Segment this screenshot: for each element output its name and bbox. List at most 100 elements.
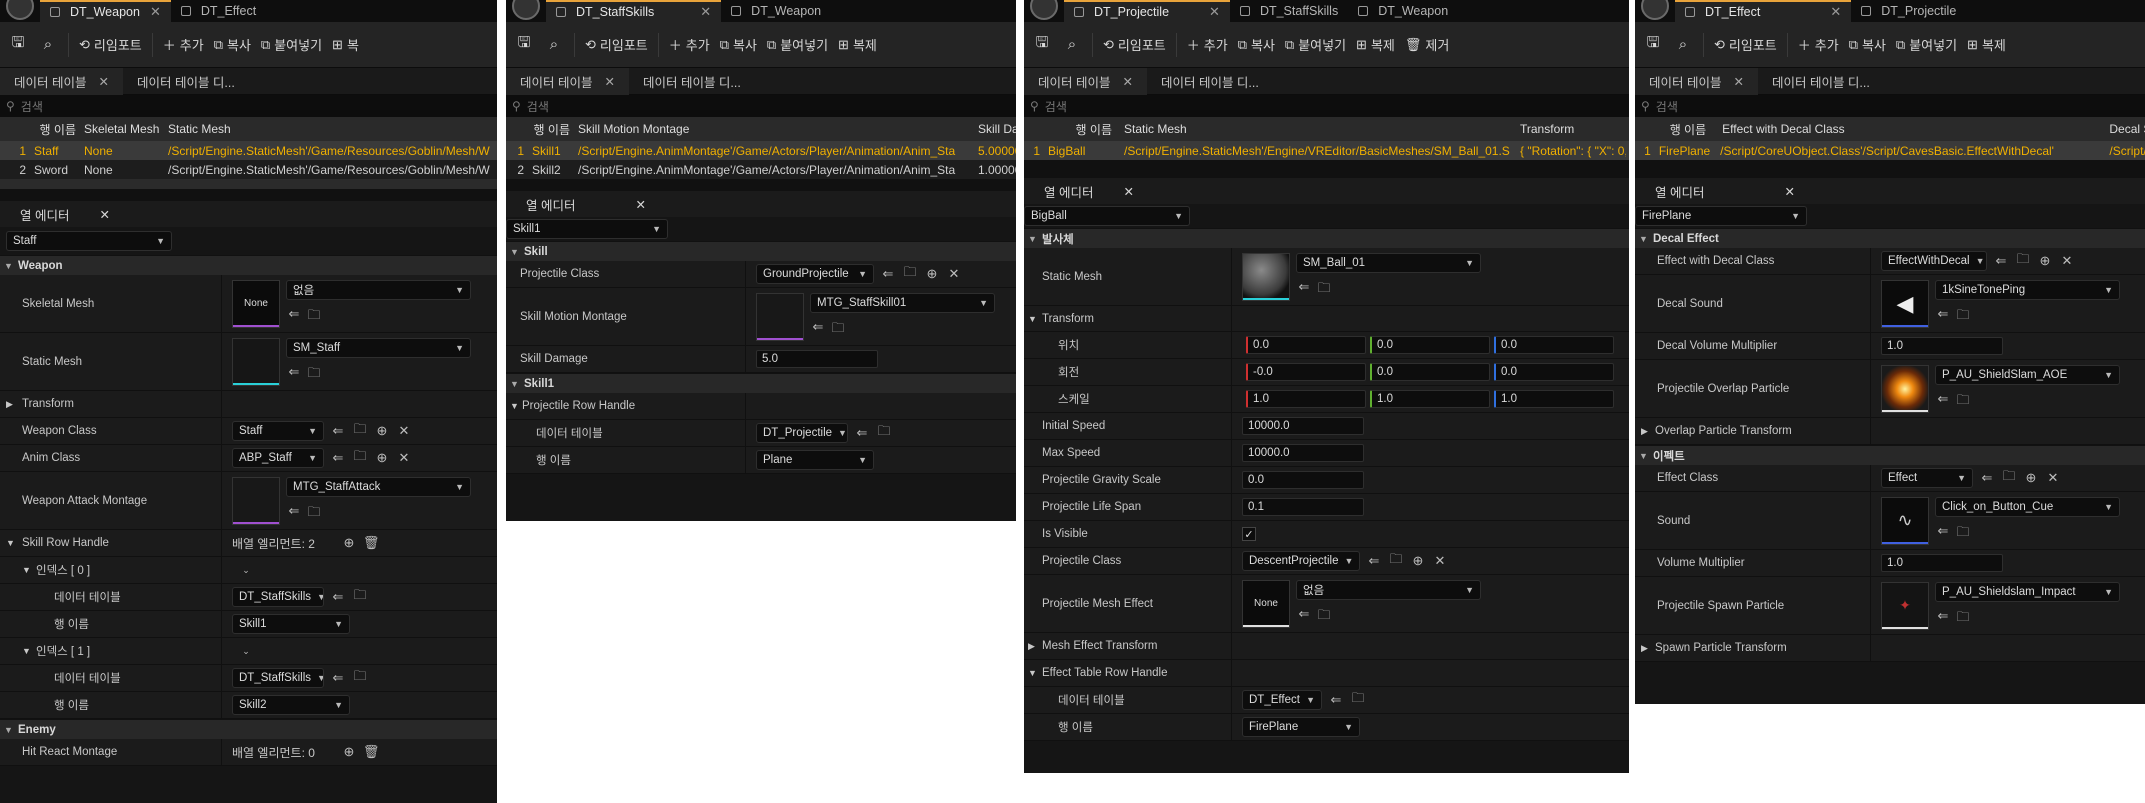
close-icon[interactable]: ✕ bbox=[1122, 74, 1132, 89]
row-name-picker[interactable]: Skill1 ▼ bbox=[232, 614, 350, 634]
tab-dt-weapon[interactable]: DT_Weapon bbox=[721, 0, 831, 22]
add-icon[interactable]: ⊕ bbox=[374, 450, 390, 466]
col-motion-montage[interactable]: Skill Motion Montage bbox=[574, 122, 974, 136]
asset-picker[interactable]: 없음 ▼ bbox=[1296, 579, 1481, 600]
use-selected-icon[interactable]: ⇐ bbox=[1366, 553, 1382, 569]
y-input[interactable]: 0.0 bbox=[1370, 336, 1490, 354]
use-selected-icon[interactable]: ⇐ bbox=[286, 306, 302, 328]
table-picker[interactable]: DT_StaffSkills ▼ bbox=[232, 668, 324, 688]
row-name-picker[interactable]: FirePlane ▼ bbox=[1242, 717, 1360, 737]
table-row[interactable]: 1 Staff None /Script/Engine.StaticMesh'/… bbox=[0, 141, 497, 160]
table-picker[interactable]: DT_StaffSkills ▼ bbox=[232, 587, 324, 607]
browse-folder-icon[interactable]: 🗀 bbox=[352, 667, 368, 689]
row-select[interactable]: FirePlane ▼ bbox=[1635, 206, 1807, 226]
col-static-mesh[interactable]: Static Mesh bbox=[164, 122, 494, 136]
expand-icon[interactable]: ▼ bbox=[6, 538, 22, 548]
prop-spawn-transform[interactable]: ▶ Spawn Particle Transform bbox=[1635, 635, 2145, 662]
search-bar[interactable]: ⚲ 검색 bbox=[506, 95, 1016, 117]
class-picker[interactable]: Effect ▼ bbox=[1881, 468, 1973, 488]
add-icon[interactable]: ⊕ bbox=[341, 744, 357, 760]
reimport-button[interactable]: ⟲ 리임포트 bbox=[1103, 35, 1166, 54]
add-icon[interactable]: ⊕ bbox=[1410, 553, 1426, 569]
tab-data-table[interactable]: 데이터 테이블 ✕ bbox=[506, 67, 629, 95]
browse-icon[interactable]: ⌕ bbox=[1062, 36, 1082, 53]
browse-folder-icon[interactable]: 🗀 bbox=[352, 586, 368, 608]
browse-folder-icon[interactable]: 🗀 bbox=[306, 503, 322, 525]
browse-folder-icon[interactable]: 🗀 bbox=[902, 263, 918, 285]
col-row-name[interactable]: 행 이름 bbox=[1024, 121, 1116, 138]
add-icon[interactable]: ⊕ bbox=[341, 535, 357, 551]
clear-icon[interactable]: ✕ bbox=[946, 266, 962, 282]
browse-folder-icon[interactable]: 🗀 bbox=[2015, 250, 2031, 272]
tab-data-table[interactable]: 데이터 테이블 ✕ bbox=[0, 67, 123, 95]
reimport-button[interactable]: ⟲ 리임포트 bbox=[79, 35, 142, 54]
chevron-down-icon[interactable]: ⌄ bbox=[238, 565, 254, 576]
browse-icon[interactable]: ⌕ bbox=[544, 36, 564, 53]
col-row-name[interactable]: 행 이름 bbox=[0, 121, 80, 138]
asset-thumbnail[interactable]: None bbox=[232, 279, 280, 328]
class-picker[interactable]: DescentProjectile ▼ bbox=[1242, 551, 1360, 571]
particle-thumbnail[interactable]: ✦ bbox=[1881, 581, 1929, 630]
clear-icon[interactable]: ✕ bbox=[396, 423, 412, 439]
add-icon[interactable]: ⊕ bbox=[2037, 253, 2053, 269]
asset-thumbnail[interactable] bbox=[1242, 252, 1290, 301]
use-selected-icon[interactable]: ⇐ bbox=[330, 589, 346, 605]
paste-button[interactable]: ⧉ 붙여넣기 bbox=[261, 35, 322, 54]
use-selected-icon[interactable]: ⇐ bbox=[286, 503, 302, 525]
asset-picker[interactable]: 1kSineTonePing ▼ bbox=[1935, 279, 2120, 300]
category-skill[interactable]: ▼ Skill bbox=[506, 241, 1016, 261]
save-icon[interactable]: 🖫 bbox=[1032, 32, 1052, 57]
tab-dt-effect[interactable]: DT_Effect bbox=[171, 0, 266, 22]
close-icon[interactable]: ✕ bbox=[1123, 184, 1133, 199]
add-icon[interactable]: ⊕ bbox=[374, 423, 390, 439]
row-select[interactable]: Skill1 ▼ bbox=[506, 219, 668, 239]
browse-folder-icon[interactable]: 🗀 bbox=[2001, 467, 2017, 489]
search-bar[interactable]: ⚲ 검색 bbox=[1024, 95, 1629, 117]
close-icon[interactable]: ✕ bbox=[150, 4, 161, 20]
table-row[interactable]: 2 Skill2 /Script/Engine.AnimMontage'/Gam… bbox=[506, 160, 1016, 179]
tab-data-table-details[interactable]: 데이터 테이블 디... bbox=[1147, 68, 1273, 95]
table-row[interactable]: 1 BigBall /Script/Engine.StaticMesh'/Eng… bbox=[1024, 141, 1629, 160]
asset-picker[interactable]: P_AU_Shieldslam_Impact ▼ bbox=[1935, 581, 2120, 602]
browse-folder-icon[interactable]: 🗀 bbox=[1955, 306, 1971, 328]
save-icon[interactable]: 🖫 bbox=[514, 32, 534, 57]
category-projectile[interactable]: ▼ 발사체 bbox=[1024, 228, 1629, 248]
close-icon[interactable]: ✕ bbox=[1830, 4, 1841, 20]
x-input[interactable]: -0.0 bbox=[1246, 363, 1366, 381]
class-picker[interactable]: Staff ▼ bbox=[232, 421, 324, 441]
use-selected-icon[interactable]: ⇐ bbox=[1328, 692, 1344, 708]
asset-thumbnail[interactable] bbox=[232, 476, 280, 525]
col-effect-class[interactable]: Effect with Decal Class bbox=[1710, 122, 2105, 136]
class-picker[interactable]: ABP_Staff ▼ bbox=[232, 448, 324, 468]
sound-wave-thumbnail[interactable]: ◀ bbox=[1881, 279, 1929, 328]
add-icon[interactable]: ⊕ bbox=[924, 266, 940, 282]
tab-dt-effect[interactable]: DT_Effect ✕ bbox=[1675, 0, 1852, 22]
category-effect[interactable]: ▼ 이펙트 bbox=[1635, 445, 2145, 465]
asset-picker[interactable]: SM_Staff ▼ bbox=[286, 337, 471, 358]
tab-dt-weapon[interactable]: DT_Weapon ✕ bbox=[40, 0, 171, 22]
table-row[interactable]: 2 Sword None /Script/Engine.StaticMesh'/… bbox=[0, 160, 497, 179]
duplicate-button[interactable]: ⊞ 복제 bbox=[838, 35, 877, 54]
clear-icon[interactable]: ✕ bbox=[1432, 553, 1448, 569]
copy-button[interactable]: ⧉ 복사 bbox=[1849, 35, 1886, 54]
browse-folder-icon[interactable]: 🗀 bbox=[1955, 608, 1971, 630]
copy-button[interactable]: ⧉ 복사 bbox=[214, 35, 251, 54]
browse-folder-icon[interactable]: 🗀 bbox=[352, 447, 368, 469]
tab-data-table-details[interactable]: 데이터 테이블 디... bbox=[1758, 68, 1884, 95]
row-name-picker[interactable]: Plane ▼ bbox=[756, 450, 874, 470]
prop-transform[interactable]: ▶ Transform bbox=[0, 391, 497, 418]
close-icon[interactable]: ✕ bbox=[98, 74, 108, 89]
number-input[interactable]: 5.0 bbox=[756, 350, 878, 368]
add-button[interactable]: ＋ 추가 bbox=[1187, 35, 1228, 54]
use-selected-icon[interactable]: ⇐ bbox=[810, 319, 826, 341]
browse-folder-icon[interactable]: 🗀 bbox=[830, 319, 846, 341]
number-input[interactable]: 1.0 bbox=[1881, 554, 2003, 572]
class-picker[interactable]: EffectWithDecal ▼ bbox=[1881, 251, 1987, 271]
asset-picker[interactable]: MTG_StaffAttack ▼ bbox=[286, 476, 471, 497]
col-editor-tab[interactable]: 열 에디터 ✕ bbox=[0, 201, 497, 227]
browse-folder-icon[interactable]: 🗀 bbox=[1955, 391, 1971, 413]
number-input[interactable]: 10000.0 bbox=[1242, 444, 1364, 462]
save-icon[interactable]: 🖫 bbox=[1643, 32, 1663, 57]
asset-thumbnail[interactable] bbox=[232, 337, 280, 386]
asset-thumbnail[interactable] bbox=[756, 292, 804, 341]
